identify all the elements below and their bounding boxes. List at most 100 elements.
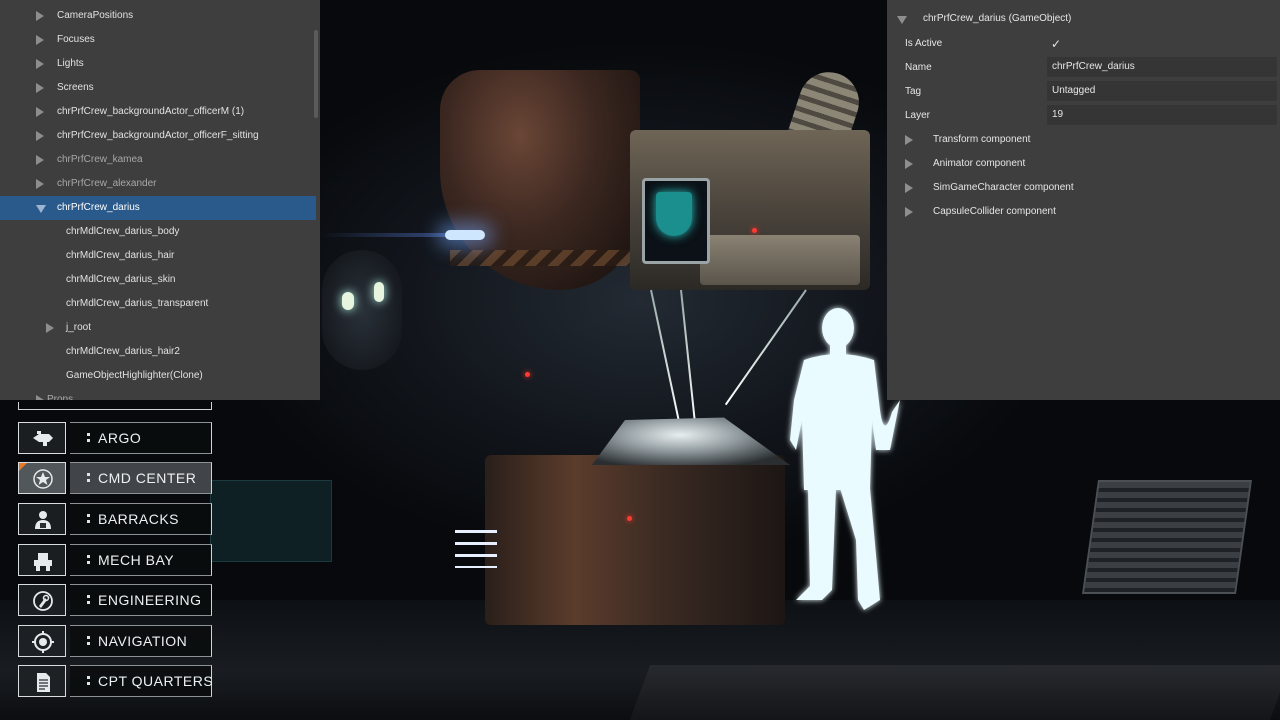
collapsed-arrow-icon[interactable] bbox=[36, 131, 44, 141]
control-panel bbox=[700, 235, 860, 285]
hierarchy-item[interactable]: chrMdlCrew_darius_hair bbox=[0, 244, 316, 268]
active-corner-marker bbox=[19, 463, 27, 471]
shield-sword-icon bbox=[656, 192, 692, 236]
menu-item-label: CPT QUARTERS bbox=[98, 673, 214, 689]
divider-dots bbox=[87, 636, 90, 648]
tag-label: Tag bbox=[905, 86, 922, 97]
menu-icon-box[interactable] bbox=[18, 665, 66, 697]
hazard-stripe bbox=[450, 250, 630, 266]
hierarchy-item-label: Focuses bbox=[57, 34, 95, 45]
expand-arrow-icon bbox=[905, 183, 913, 193]
menu-label-box[interactable]: ARGO bbox=[70, 422, 212, 454]
menu-item-label: MECH BAY bbox=[98, 552, 175, 568]
menu-item-cpt-quarters[interactable]: CPT QUARTERS bbox=[18, 665, 214, 697]
menu-icon-box[interactable] bbox=[18, 544, 66, 576]
menu-item-label: ARGO bbox=[98, 430, 142, 446]
menu-icon-box[interactable] bbox=[18, 503, 66, 535]
crew-icon bbox=[35, 511, 51, 529]
porthole-light bbox=[342, 292, 354, 310]
collapsed-arrow-icon[interactable] bbox=[36, 83, 44, 93]
tag-field[interactable]: Untagged bbox=[1047, 81, 1277, 101]
expanded-arrow-icon[interactable] bbox=[36, 205, 46, 213]
menu-label-box[interactable]: CMD CENTER bbox=[70, 462, 212, 494]
star-compass-icon bbox=[33, 469, 53, 489]
collapsed-arrow-icon[interactable] bbox=[36, 107, 44, 117]
wrench-gear-icon bbox=[33, 591, 53, 611]
menu-icon-box[interactable] bbox=[18, 584, 66, 616]
blue-light-beam bbox=[320, 233, 460, 237]
ship-icon bbox=[33, 431, 53, 446]
menu-label-box[interactable]: BARRACKS bbox=[70, 503, 212, 535]
left-console bbox=[210, 480, 332, 562]
status-led bbox=[627, 516, 632, 521]
menu-icon-box[interactable] bbox=[18, 462, 66, 494]
porthole-light bbox=[374, 282, 384, 302]
hierarchy-item[interactable]: chrMdlCrew_darius_transparent bbox=[0, 292, 316, 316]
layer-label: Layer bbox=[905, 110, 931, 121]
menu-item-label: ENGINEERING bbox=[98, 592, 202, 608]
hierarchy-item[interactable]: Screens bbox=[0, 76, 316, 100]
hierarchy-item[interactable]: chrMdlCrew_darius_skin bbox=[0, 268, 316, 292]
hierarchy-scrollbar[interactable] bbox=[314, 30, 318, 118]
hierarchy-item[interactable]: chrPrfCrew_backgroundActor_officerF_sitt… bbox=[0, 124, 316, 148]
menu-item-label: CMD CENTER bbox=[98, 470, 197, 486]
hierarchy-item-label: CameraPositions bbox=[57, 10, 134, 21]
projector-cable bbox=[650, 289, 682, 428]
name-field[interactable]: chrPrfCrew_darius bbox=[1047, 57, 1277, 77]
menu-item-engineering[interactable]: ENGINEERING bbox=[18, 584, 212, 616]
hierarchy-item[interactable]: Focuses bbox=[0, 28, 316, 52]
hierarchy-item[interactable]: j_root bbox=[0, 316, 316, 340]
wall-porthole bbox=[322, 250, 402, 370]
hierarchy-item[interactable]: chrPrfCrew_kamea bbox=[0, 148, 316, 172]
menu-item-barracks[interactable]: BARRACKS bbox=[18, 503, 212, 535]
collapsed-arrow-icon[interactable] bbox=[46, 323, 54, 333]
collapsed-arrow-icon[interactable] bbox=[36, 179, 44, 189]
is-active-checkbox[interactable]: ✓ bbox=[1051, 37, 1061, 51]
hierarchy-item-label: Props bbox=[47, 394, 74, 400]
layer-field[interactable]: 19 bbox=[1047, 105, 1277, 125]
holographic-terrain-map[interactable] bbox=[592, 417, 790, 465]
menu-item-cmd-center[interactable]: CMD CENTER bbox=[18, 462, 212, 494]
menu-item-mech-bay[interactable]: MECH BAY bbox=[18, 544, 212, 576]
menu-item-argo[interactable]: ARGO bbox=[18, 422, 212, 454]
collapsed-arrow-icon[interactable] bbox=[36, 11, 44, 21]
menu-item-navigation[interactable]: NAVIGATION bbox=[18, 625, 212, 657]
projector-cable bbox=[680, 289, 697, 430]
document-icon bbox=[37, 673, 50, 692]
collapse-arrow-icon[interactable] bbox=[897, 16, 907, 24]
hierarchy-item[interactable]: Props bbox=[0, 388, 316, 400]
hierarchy-item-label: Lights bbox=[57, 58, 84, 69]
menu-label-box[interactable]: MECH BAY bbox=[70, 544, 212, 576]
menu-top-frame bbox=[18, 402, 212, 410]
divider-dots bbox=[87, 433, 90, 445]
hierarchy-item-label: Screens bbox=[57, 82, 94, 93]
hierarchy-item[interactable]: GameObjectHighlighter(Clone) bbox=[0, 364, 316, 388]
hierarchy-item-label: chrPrfCrew_alexander bbox=[57, 178, 157, 189]
hierarchy-item[interactable]: chrMdlCrew_darius_hair2 bbox=[0, 340, 316, 364]
hierarchy-item[interactable]: CameraPositions bbox=[0, 4, 316, 28]
collapsed-arrow-icon[interactable] bbox=[36, 395, 44, 400]
hierarchy-item-label: chrPrfCrew_kamea bbox=[57, 154, 143, 165]
hierarchy-item[interactable]: chrPrfCrew_darius bbox=[0, 196, 316, 220]
right-console bbox=[1081, 480, 1253, 594]
inspector-panel: chrPrfCrew_darius (GameObject) Is Active… bbox=[887, 0, 1280, 400]
menu-label-box[interactable]: ENGINEERING bbox=[70, 584, 212, 616]
holo-table-pedestal bbox=[485, 455, 785, 625]
hierarchy-item[interactable]: chrPrfCrew_backgroundActor_officerM (1) bbox=[0, 100, 316, 124]
name-label: Name bbox=[905, 62, 932, 73]
collapsed-arrow-icon[interactable] bbox=[36, 155, 44, 165]
mech-icon bbox=[34, 553, 52, 571]
hierarchy-item-label: chrMdlCrew_darius_skin bbox=[66, 274, 176, 285]
divider-dots bbox=[87, 555, 90, 567]
hierarchy-item-label: GameObjectHighlighter(Clone) bbox=[66, 370, 203, 381]
hierarchy-item[interactable]: chrPrfCrew_alexander bbox=[0, 172, 316, 196]
collapsed-arrow-icon[interactable] bbox=[36, 35, 44, 45]
hierarchy-item[interactable]: chrMdlCrew_darius_body bbox=[0, 220, 316, 244]
hierarchy-panel: CameraPositions Focuses Lights Screens chrPr… bbox=[0, 0, 320, 400]
menu-icon-box[interactable] bbox=[18, 625, 66, 657]
collapsed-arrow-icon[interactable] bbox=[36, 59, 44, 69]
menu-icon-box[interactable] bbox=[18, 422, 66, 454]
hierarchy-item[interactable]: Lights bbox=[0, 52, 316, 76]
menu-label-box[interactable]: CPT QUARTERS bbox=[70, 665, 214, 697]
menu-label-box[interactable]: NAVIGATION bbox=[70, 625, 212, 657]
